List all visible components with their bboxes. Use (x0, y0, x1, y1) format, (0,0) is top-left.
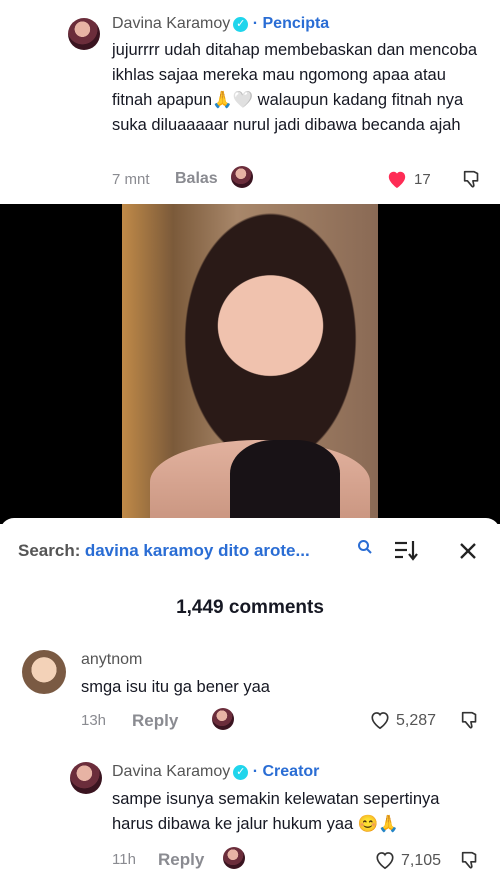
avatar[interactable] (68, 18, 100, 50)
comment-time: 11h (112, 851, 136, 868)
heart-icon[interactable] (369, 710, 391, 730)
comment-text: sampe isunya semakin kelewatan sepertiny… (112, 790, 440, 833)
search-bar[interactable]: Search: davina karamoy dito arote... (18, 541, 378, 561)
like-count: 5,287 (396, 712, 437, 729)
creator-tag: Creator (262, 763, 320, 780)
reply-button[interactable]: Balas (175, 170, 218, 188)
verified-badge-icon: ✓ (233, 765, 249, 780)
author-name[interactable]: Davina Karamoy (112, 15, 230, 32)
search-icon[interactable] (357, 539, 373, 555)
author-name[interactable]: anytnom (81, 651, 142, 669)
like-count: 17 (414, 171, 431, 188)
avatar[interactable] (70, 762, 102, 794)
role-separator: · (248, 763, 263, 780)
comment-time: 13h (81, 712, 107, 729)
creator-liked-avatar (223, 847, 245, 869)
creator-tag: Pencipta (262, 15, 330, 32)
search-label: Search: (18, 541, 81, 560)
creator-liked-avatar (231, 166, 253, 188)
video-figure-top (230, 440, 340, 524)
creator-liked-avatar (212, 708, 234, 730)
close-icon[interactable] (458, 541, 478, 561)
like-count: 7,105 (401, 852, 442, 869)
heart-icon[interactable] (386, 169, 408, 189)
reply-button[interactable]: Reply (158, 850, 204, 870)
comment-text: smga isu itu ga bener yaa (81, 678, 270, 696)
comment-time: 7 mnt (112, 171, 150, 188)
dislike-icon[interactable] (461, 168, 483, 190)
dislike-icon[interactable] (459, 709, 481, 731)
role-separator: · (248, 15, 263, 32)
comment-header: Davina Karamoy ✓ · Pencipta (112, 15, 482, 33)
verified-badge-icon: ✓ (233, 17, 249, 32)
comments-count: 1,449 comments (176, 597, 324, 618)
avatar[interactable] (22, 650, 66, 694)
heart-icon[interactable] (374, 850, 396, 870)
comment-header: Davina Karamoy ✓ · Creator (112, 763, 482, 781)
author-name[interactable]: Davina Karamoy (112, 763, 230, 780)
comment-text: jujurrrr udah ditahap membebaskan dan me… (112, 41, 478, 134)
search-query[interactable]: davina karamoy dito arote... (85, 541, 310, 560)
reply-button[interactable]: Reply (132, 711, 178, 731)
sort-icon[interactable] (392, 538, 420, 562)
dislike-icon[interactable] (459, 849, 481, 871)
